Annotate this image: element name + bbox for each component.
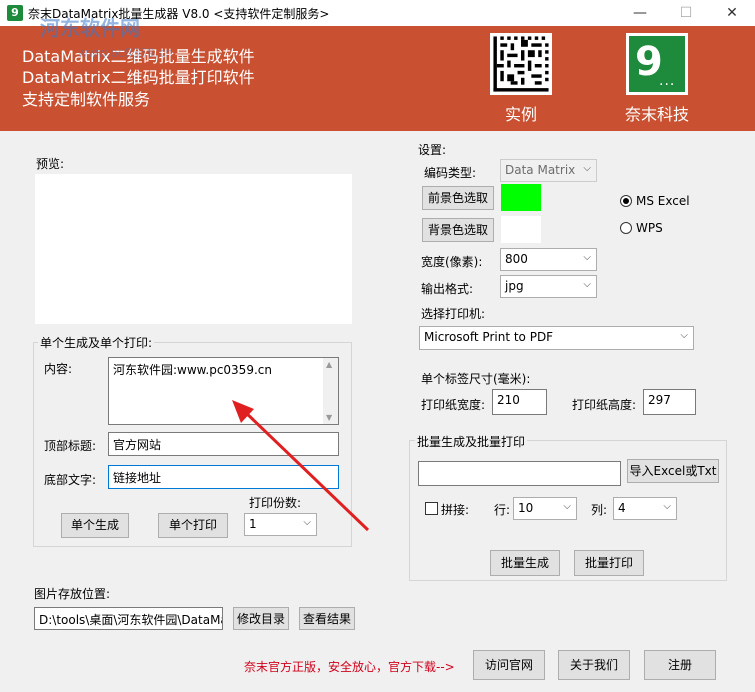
preview-label: 预览: — [36, 157, 65, 171]
register-button[interactable]: 注册 — [644, 650, 716, 680]
content-text: 河东软件园:www.pc0359.cn — [113, 363, 272, 377]
change-dir-button[interactable]: 修改目录 — [233, 607, 289, 630]
logo-nine-glyph: 9 — [629, 36, 685, 92]
printer-label: 选择打印机: — [421, 307, 486, 321]
minimize-button[interactable]: — — [617, 0, 663, 26]
cols-select[interactable]: 4 ⌵ — [613, 497, 677, 520]
banner-line-3: 支持定制软件服务 — [22, 90, 151, 109]
chevron-down-icon: ⌵ — [563, 501, 571, 512]
about-us-button[interactable]: 关于我们 — [558, 650, 630, 680]
label-size-label: 单个标签尺寸(毫米): — [421, 372, 531, 386]
close-button[interactable]: ✕ — [709, 0, 755, 26]
code-type-select[interactable]: Data Matrix ⌵ — [500, 159, 597, 182]
annotation-arrow-icon — [232, 400, 370, 532]
footer-notice: 奈末官方正版，安全放心，官方下载--> — [244, 660, 455, 674]
ms-excel-radio[interactable] — [620, 195, 632, 207]
content-label: 内容: — [44, 362, 73, 376]
rows-select[interactable]: 10 ⌵ — [513, 497, 577, 520]
rows-label: 行: — [494, 503, 511, 517]
watermark-text: 河东软件网 — [40, 16, 140, 40]
batch-group-title: 批量生成及批量打印 — [415, 433, 528, 450]
storage-path-input[interactable]: D:\tools\桌面\河东软件园\DataMa — [34, 607, 223, 630]
import-excel-button[interactable]: 导入Excel或Txt — [627, 459, 719, 483]
tile-checkbox[interactable] — [425, 502, 438, 515]
datamatrix-example-icon[interactable] — [490, 33, 552, 95]
bottom-text-label: 底部文字: — [44, 473, 97, 487]
width-select[interactable]: 800 ⌵ — [500, 248, 597, 271]
paper-width-label: 打印纸宽度: — [421, 398, 486, 412]
printer-select[interactable]: Microsoft Print to PDF ⌵ — [419, 326, 694, 350]
paper-height-label: 打印纸高度: — [572, 398, 637, 412]
ms-excel-label[interactable]: MS Excel — [636, 194, 690, 208]
top-title-label: 顶部标题: — [44, 439, 97, 453]
fg-color-button[interactable]: 前景色选取 — [422, 186, 494, 210]
chevron-down-icon: ⌵ — [583, 163, 591, 174]
settings-label: 设置: — [418, 143, 447, 157]
output-format-value: jpg — [505, 279, 524, 293]
scroll-up-icon[interactable]: ▲ — [326, 360, 332, 369]
paper-width-input[interactable]: 210 — [492, 389, 547, 415]
chevron-down-icon: ⌵ — [583, 279, 591, 290]
chevron-down-icon: ⌵ — [680, 330, 688, 341]
cols-value: 4 — [618, 501, 626, 515]
width-value: 800 — [505, 252, 528, 266]
view-result-button[interactable]: 查看结果 — [299, 607, 355, 630]
code-type-value: Data Matrix — [505, 163, 576, 177]
chevron-down-icon: ⌵ — [583, 252, 591, 263]
code-type-label: 编码类型: — [424, 166, 477, 180]
batch-print-button[interactable]: 批量打印 — [574, 550, 644, 576]
single-group-title: 单个生成及单个打印: — [38, 334, 155, 351]
chevron-down-icon: ⌵ — [663, 501, 671, 512]
wps-radio[interactable] — [620, 222, 632, 234]
company-name-label[interactable]: 奈末科技 — [625, 101, 689, 125]
fg-color-swatch[interactable] — [501, 184, 541, 211]
bg-color-swatch[interactable] — [501, 216, 541, 243]
example-label[interactable]: 实例 — [505, 101, 537, 125]
app-icon: 9 — [7, 5, 23, 21]
tile-label[interactable]: 拼接: — [441, 501, 469, 518]
storage-label: 图片存放位置: — [34, 587, 111, 601]
single-generate-button[interactable]: 单个生成 — [61, 513, 129, 538]
output-format-label: 输出格式: — [421, 282, 474, 296]
watermark-url: www.pc0359.cn — [78, 46, 173, 60]
batch-generate-button[interactable]: 批量生成 — [490, 550, 560, 576]
company-logo[interactable]: 9 ... — [626, 33, 688, 95]
banner-line-2: DataMatrix二维码批量打印软件 — [22, 68, 255, 87]
logo-dots: ... — [659, 73, 676, 89]
batch-path-input[interactable] — [418, 461, 621, 486]
maximize-button[interactable]: ☐ — [663, 0, 709, 26]
paper-height-input[interactable]: 297 — [643, 389, 696, 415]
wps-label[interactable]: WPS — [636, 221, 663, 235]
rows-value: 10 — [518, 501, 534, 515]
visit-website-button[interactable]: 访问官网 — [473, 650, 545, 680]
single-print-button[interactable]: 单个打印 — [158, 513, 228, 538]
printer-value: Microsoft Print to PDF — [424, 330, 554, 344]
bg-color-button[interactable]: 背景色选取 — [422, 218, 494, 242]
cols-label: 列: — [591, 503, 608, 517]
output-format-select[interactable]: jpg ⌵ — [500, 275, 597, 298]
width-label: 宽度(像素): — [421, 255, 483, 269]
preview-area — [35, 174, 352, 324]
